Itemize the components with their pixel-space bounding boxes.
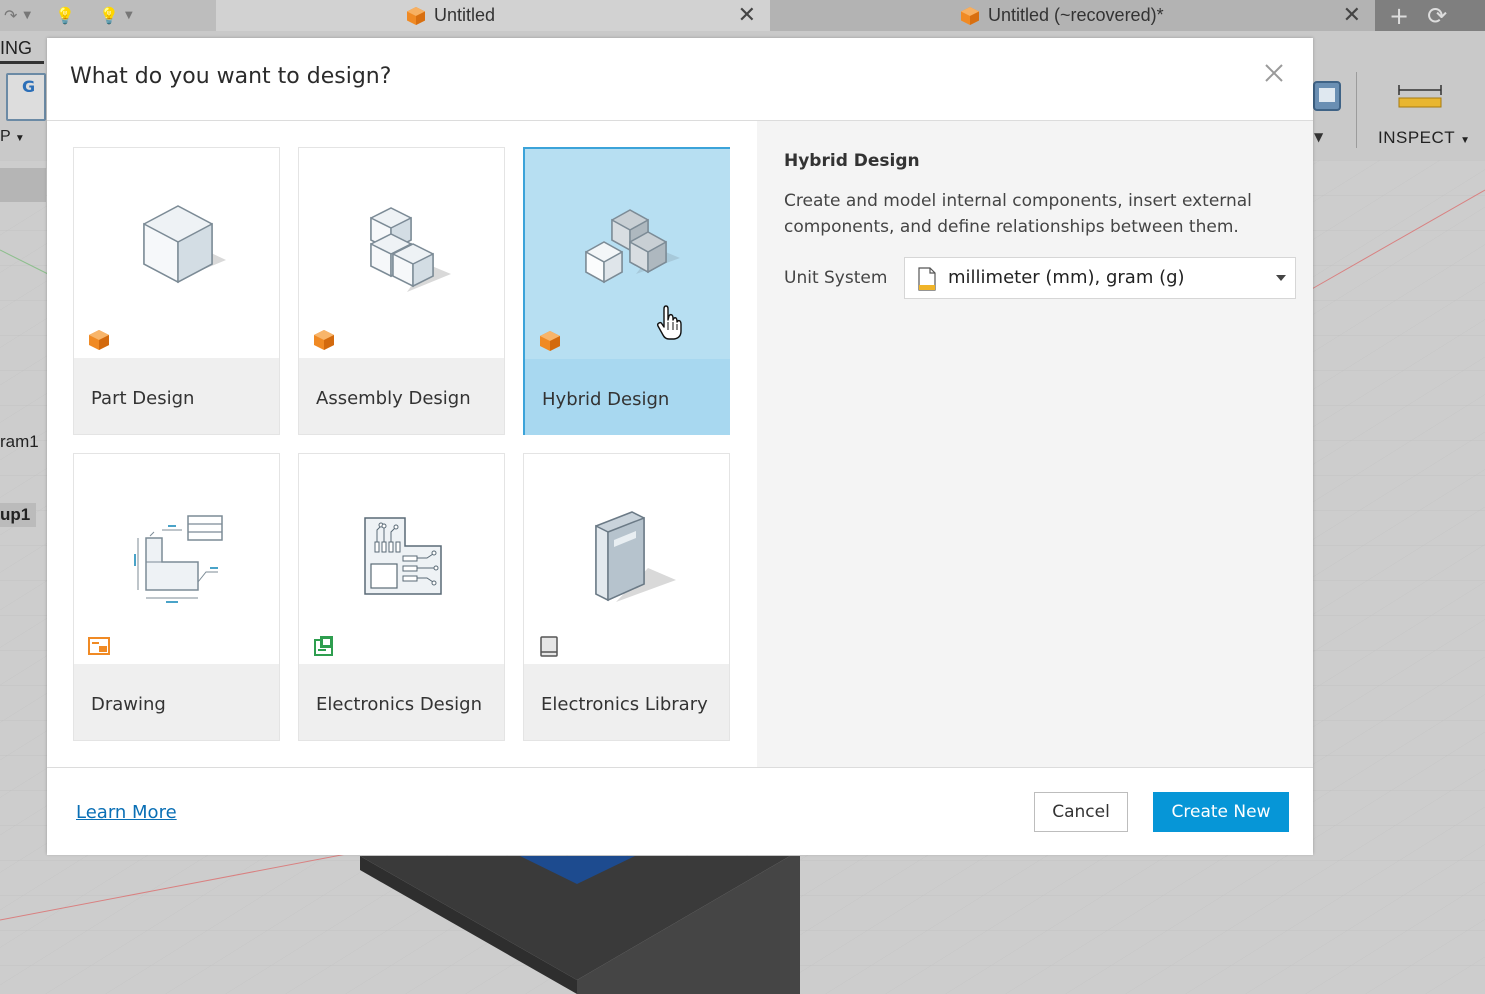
card-label: Drawing (91, 694, 166, 715)
card-label: Part Design (91, 388, 195, 409)
orange-cube-icon (540, 331, 560, 351)
close-icon[interactable] (1261, 60, 1287, 86)
card-illustration (525, 149, 730, 359)
electronics-design-card[interactable]: Electronics Design (298, 453, 505, 741)
measure-icon[interactable] (1397, 84, 1443, 110)
single-cube-icon (143, 205, 226, 284)
tab-label: Untitled (~recovered)* (988, 5, 1164, 25)
card-footer: Hybrid Design (525, 359, 730, 435)
toolbar-left-dropdown[interactable]: P ▼ (0, 128, 25, 146)
browser-item[interactable]: up1 (0, 503, 37, 527)
electronics-badge-icon (314, 636, 333, 656)
circuit-board-icon (364, 517, 442, 595)
model-box (360, 856, 800, 994)
library-book-icon (595, 511, 676, 602)
part-design-card[interactable]: Part Design (73, 147, 280, 435)
tab-tools: + ⟳ (1375, 0, 1485, 31)
library-badge-icon (540, 636, 558, 657)
lightbulb-icon[interactable]: 💡 (99, 6, 119, 25)
design-type-grid: Part Design Assembly Design Hybrid Desig… (47, 121, 757, 767)
workspace-tab-underline (0, 61, 44, 64)
dropdown-arrow-icon[interactable]: ▼ (125, 10, 133, 21)
plus-icon[interactable]: + (1389, 2, 1409, 30)
drawing-sheet-icon (134, 515, 223, 603)
card-illustration (524, 454, 729, 664)
cancel-button[interactable]: Cancel (1034, 792, 1128, 832)
quick-access-toolbar: ↷ ▼ 💡 💡 ▼ (0, 0, 133, 31)
document-tab-bar: ↷ ▼ 💡 💡 ▼ Untitled ✕ Untitled (~recovere… (0, 0, 1485, 31)
toolbar-separator (1356, 72, 1357, 148)
lightbulb-icon[interactable]: 💡 (55, 6, 75, 25)
document-icon (918, 267, 936, 291)
drawing-card[interactable]: Drawing (73, 453, 280, 741)
assembly-cubes-icon (370, 207, 451, 292)
dialog-title: What do you want to design? (70, 64, 392, 89)
hybrid-design-card[interactable]: Hybrid Design (523, 147, 730, 435)
unit-system-dropdown[interactable]: millimeter (mm), gram (g) (904, 257, 1296, 299)
learn-more-link[interactable]: Learn More (76, 802, 177, 823)
card-footer: Drawing (74, 664, 279, 740)
hybrid-cubes-icon (585, 209, 680, 284)
unit-system-value: millimeter (mm), gram (g) (948, 267, 1185, 288)
tab-untitled[interactable]: Untitled ✕ (216, 0, 770, 31)
create-new-button[interactable]: Create New (1153, 792, 1289, 832)
dropdown-arrow-icon[interactable]: ▼ (1314, 130, 1323, 144)
card-footer: Assembly Design (299, 358, 504, 434)
electronics-library-card[interactable]: Electronics Library (523, 453, 730, 741)
inspect-menu[interactable]: INSPECT ▼ (1378, 128, 1471, 148)
dialog-body: Part Design Assembly Design Hybrid Desig… (47, 121, 1313, 767)
card-label: Electronics Library (541, 694, 708, 715)
dropdown-arrow-icon[interactable]: ▼ (23, 10, 31, 21)
chevron-down-icon (1276, 275, 1286, 281)
card-illustration (299, 454, 504, 664)
design-cube-icon (961, 6, 979, 25)
card-footer: Electronics Library (524, 664, 729, 740)
card-footer: Part Design (74, 358, 279, 434)
design-info-panel: Hybrid Design Create and model internal … (757, 121, 1313, 767)
card-label: Hybrid Design (542, 389, 670, 410)
redo-icon[interactable]: ↷ (4, 6, 17, 25)
refresh-icon[interactable]: ⟳ (1427, 2, 1447, 30)
dialog-footer: Learn More Cancel Create New (47, 767, 1313, 855)
card-label: Electronics Design (316, 694, 482, 715)
workspace-tab[interactable]: ING (0, 38, 32, 59)
assembly-design-card[interactable]: Assembly Design (298, 147, 505, 435)
design-cube-icon (407, 6, 425, 25)
close-icon[interactable]: ✕ (1343, 2, 1361, 28)
hand-cursor-icon (656, 305, 682, 340)
close-icon[interactable]: ✕ (738, 2, 756, 28)
orange-cube-icon (314, 330, 334, 350)
card-label: Assembly Design (316, 388, 471, 409)
tab-untitled-recovered[interactable]: Untitled (~recovered)* ✕ (770, 0, 1375, 31)
new-design-dialog: What do you want to design? Part Design … (47, 38, 1313, 855)
dialog-header: What do you want to design? (47, 38, 1313, 121)
drawing-badge-icon (88, 637, 110, 655)
info-description: Create and model internal components, in… (784, 191, 1252, 237)
browser-header (0, 168, 46, 202)
card-footer: Electronics Design (299, 664, 504, 740)
tab-label: Untitled (434, 5, 496, 25)
info-title: Hybrid Design (784, 151, 920, 171)
inspect-label: INSPECT (1378, 128, 1455, 147)
card-illustration (74, 148, 279, 358)
sketch-tool-icon[interactable]: G (6, 73, 46, 121)
card-illustration (299, 148, 504, 358)
browser-item[interactable]: ram1 (0, 432, 39, 452)
unit-system-label: Unit System (784, 268, 888, 288)
orange-cube-icon (89, 330, 109, 350)
insert-tool-icon[interactable] (1312, 78, 1342, 114)
toolbar-left-label: P (0, 128, 11, 145)
card-illustration (74, 454, 279, 664)
